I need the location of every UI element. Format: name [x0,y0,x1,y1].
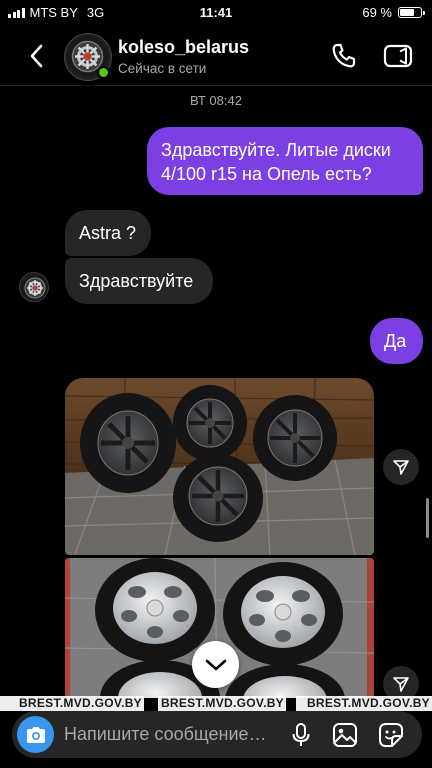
scroll-to-bottom-button[interactable] [192,641,239,688]
sticker-icon[interactable] [378,722,404,748]
photo-message-dark-wheels[interactable] [65,378,374,555]
battery-icon [398,7,425,18]
microphone-icon[interactable] [290,722,312,748]
status-bar: MTS BY 3G 11:41 69 % [0,0,432,26]
camera-icon [26,726,45,743]
wheels-photo [65,378,374,555]
scrollbar-thumb[interactable] [426,498,429,538]
message-timestamp: ВТ 08:42 [190,93,242,108]
watermark: BREST.MVD.GOV.BY [296,696,432,711]
message-bubble-sent[interactable]: Да [370,318,423,364]
battery-percent: 69 % [362,5,392,20]
message-bubble-sent[interactable]: Здравствуйте. Литые диски 4/100 r15 на О… [147,127,423,195]
share-photo-button[interactable] [383,449,419,485]
back-chevron-icon[interactable] [26,42,48,70]
phone-icon[interactable] [330,42,356,70]
chat-header: koleso_belarus Сейчас в сети [0,28,432,86]
chevron-down-icon [205,659,226,670]
username[interactable]: koleso_belarus [118,37,249,58]
wheel [80,393,176,493]
message-composer: Напишите сообщение… [12,711,422,758]
wheel-logo-icon [24,277,46,299]
message-bubble-received[interactable]: Здравствуйте [65,258,213,304]
camera-button[interactable] [17,716,54,753]
send-icon [393,677,409,692]
presence-status: Сейчас в сети [118,61,207,76]
online-indicator [97,66,110,79]
sender-avatar[interactable] [19,272,49,302]
watermark: BREST.MVD.GOV.BY [0,696,144,711]
message-bubble-received[interactable]: Astra ? [65,210,151,256]
watermark: BREST.MVD.GOV.BY [158,696,286,711]
video-camera-icon[interactable] [383,42,413,70]
message-input[interactable]: Напишите сообщение… [64,724,267,745]
gallery-icon[interactable] [332,722,358,748]
send-icon [393,460,409,475]
